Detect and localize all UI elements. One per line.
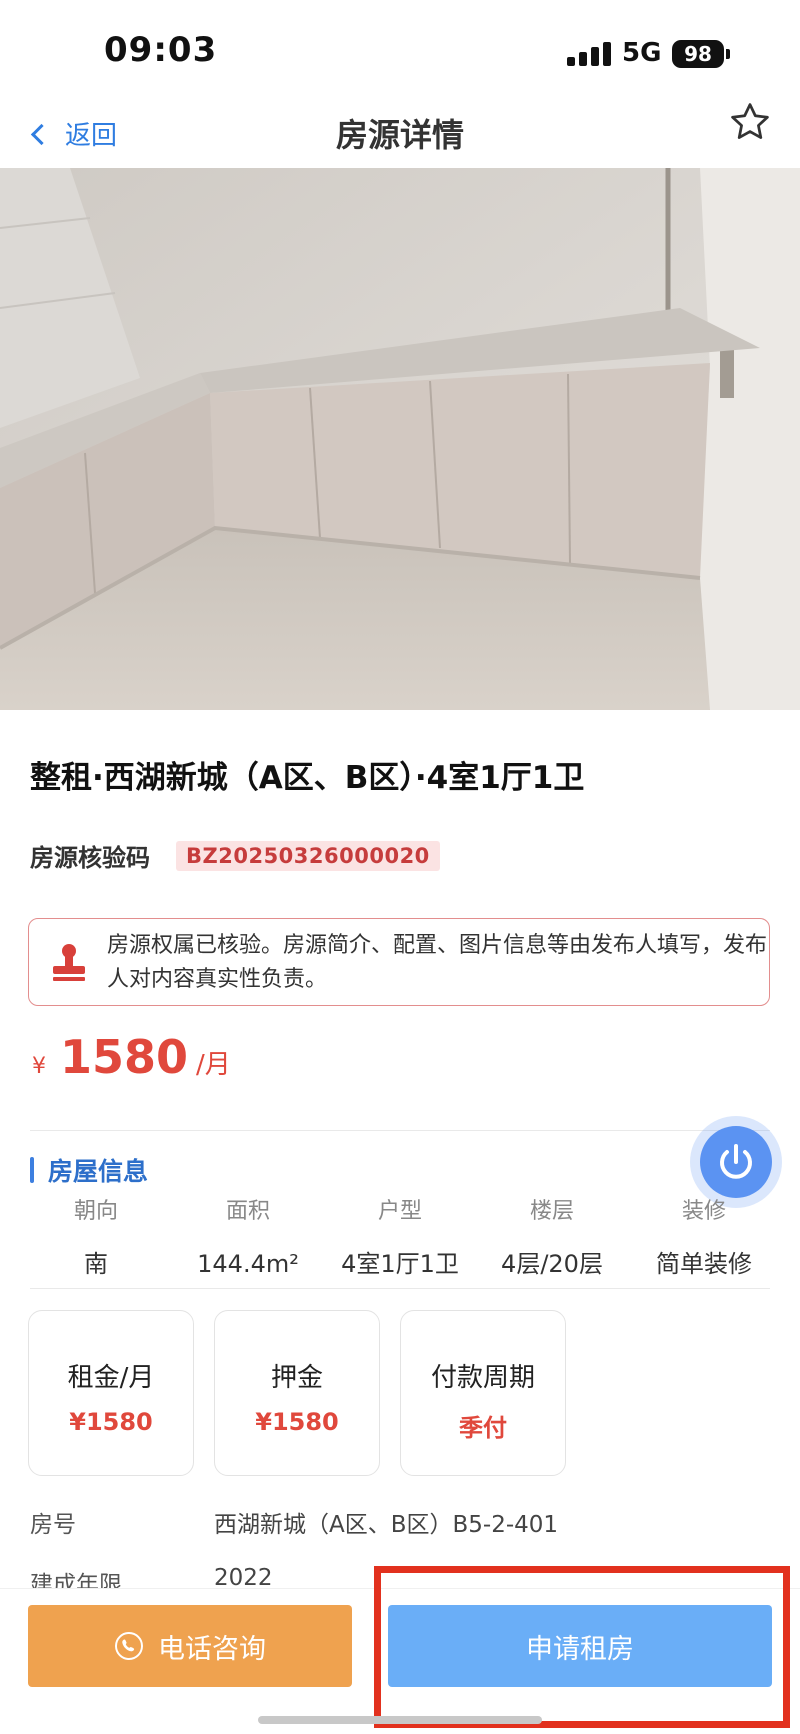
info-header-orientation: 朝向	[73, 1199, 118, 1224]
info-header-layout: 户型	[377, 1199, 422, 1224]
network-type: 5G	[622, 38, 662, 68]
status-bar: 09:03 5G 98	[0, 0, 800, 100]
power-icon	[720, 1144, 752, 1179]
rent-card-label: 租金/月	[67, 1363, 155, 1393]
info-header-area: 面积	[225, 1199, 270, 1224]
deposit-card-value: ¥1580	[255, 1408, 339, 1436]
section-marker	[30, 1157, 34, 1183]
info-value-orientation: 南	[84, 1250, 108, 1278]
nav-bar: 房源详情 返回	[0, 100, 800, 168]
info-value-decoration: 简单装修	[656, 1250, 752, 1278]
listing-title: 整租·西湖新城（A区、B区）·4室1厅1卫	[30, 760, 585, 796]
section-title: 房屋信息	[48, 1157, 149, 1186]
info-value-layout: 4室1厅1卫	[341, 1250, 459, 1278]
signal-icon	[567, 42, 611, 66]
verification-label: 房源核验码	[30, 844, 150, 872]
rent-card: 租金/月 ¥1580	[28, 1310, 194, 1476]
chevron-left-icon	[30, 123, 53, 145]
house-info-headers: 朝向 面积 户型 楼层 装修	[20, 1194, 780, 1230]
status-time: 09:03	[104, 30, 218, 70]
price-currency: ¥	[32, 1054, 46, 1079]
verification-code: BZ20250326000020	[176, 840, 440, 871]
kitchen-photo	[0, 168, 800, 710]
info-header-decoration: 装修	[681, 1199, 726, 1224]
page-title: 房源详情	[335, 116, 464, 154]
floating-power-button[interactable]	[700, 1126, 772, 1198]
payment-cycle-value: 季付	[459, 1414, 507, 1442]
fee-cards: 租金/月 ¥1580 押金 ¥1580 付款周期 季付	[28, 1310, 566, 1476]
info-header-floor: 楼层	[529, 1199, 574, 1224]
battery-icon: 98	[672, 40, 724, 68]
deposit-card: 押金 ¥1580	[214, 1310, 380, 1476]
section-house-info: 房屋信息	[30, 1152, 148, 1188]
back-button[interactable]: 返回	[30, 108, 118, 158]
back-label: 返回	[65, 120, 118, 151]
room-number-row: 房号 西湖新城（A区、B区）B5-2-401	[30, 1505, 558, 1539]
highlight-annotation-box	[374, 1566, 790, 1728]
house-info-grid: 朝向 面积 户型 楼层 装修 南 144.4m² 4室1厅1卫 4层/20层 简…	[20, 1194, 780, 1284]
price-unit: /月	[196, 1050, 231, 1080]
price-value: 1580	[60, 1030, 189, 1084]
payment-cycle-card: 付款周期 季付	[400, 1310, 566, 1476]
info-value-area: 144.4m²	[197, 1250, 299, 1278]
stamp-icon	[53, 944, 85, 981]
verification-row: 房源核验码 BZ20250326000020	[30, 838, 440, 873]
rent-card-value: ¥1580	[69, 1408, 153, 1436]
star-icon[interactable]	[728, 100, 772, 144]
deposit-card-label: 押金	[270, 1363, 323, 1393]
battery-tip	[726, 49, 730, 59]
info-value-floor: 4层/20层	[501, 1250, 603, 1278]
listing-photo[interactable]	[0, 168, 800, 710]
price: ¥ 1580 /月	[32, 1030, 231, 1084]
phone-consult-label: 电话咨询	[158, 1633, 266, 1665]
house-info-values: 南 144.4m² 4室1厅1卫 4层/20层 简单装修	[20, 1230, 780, 1284]
phone-consult-button[interactable]: 电话咨询	[28, 1605, 352, 1687]
ownership-notice: 房源权属已核验。房源简介、配置、图片信息等由发布人填写，发布人对内容真实性负责。	[28, 918, 770, 1006]
divider	[30, 1288, 770, 1289]
divider	[30, 1130, 770, 1131]
notice-text: 房源权属已核验。房源简介、配置、图片信息等由发布人填写，发布人对内容真实性负责。	[107, 933, 768, 992]
phone-icon	[115, 1632, 143, 1660]
payment-cycle-label: 付款周期	[430, 1363, 535, 1393]
home-indicator	[258, 1716, 542, 1724]
room-number-label: 房号	[30, 1512, 76, 1538]
room-number-value: 西湖新城（A区、B区）B5-2-401	[214, 1512, 559, 1538]
